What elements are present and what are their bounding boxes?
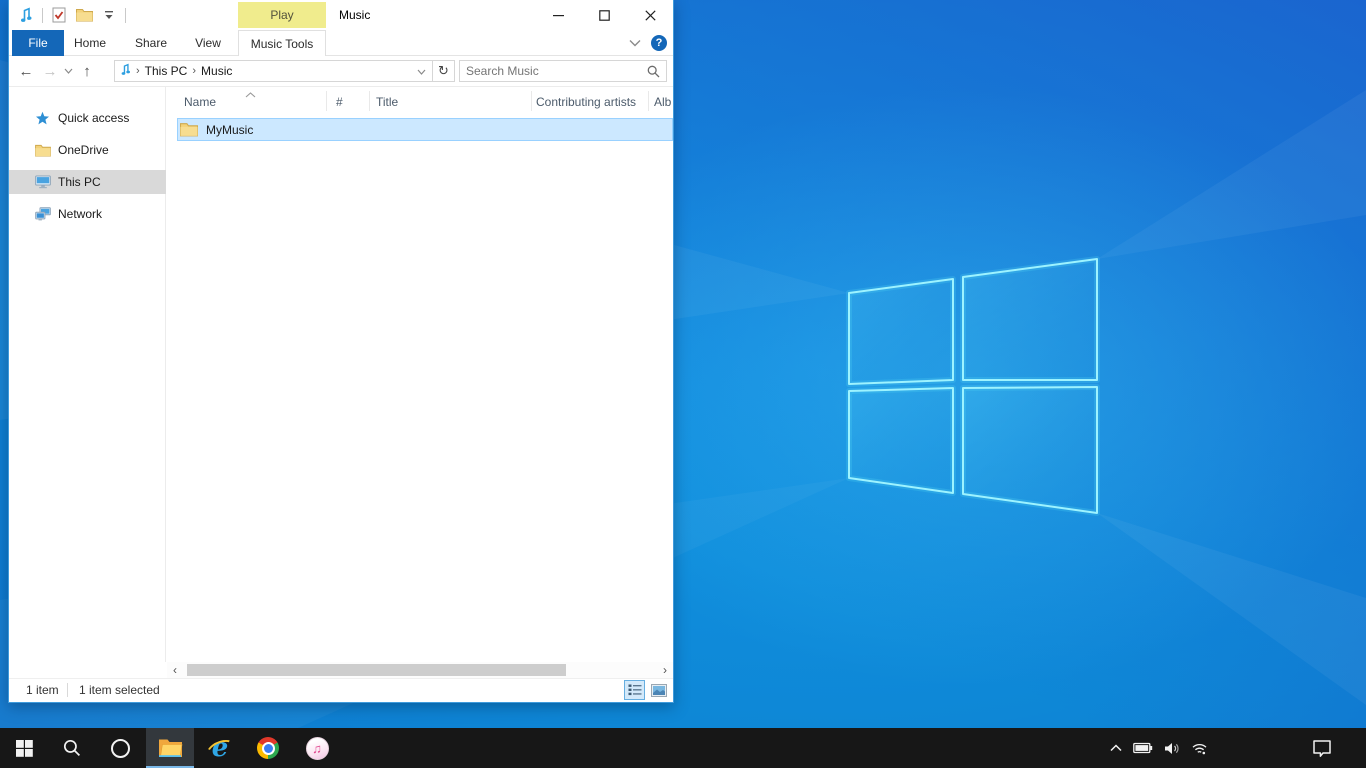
- sort-ascending-icon: [245, 87, 256, 101]
- quick-access-star-icon: [34, 111, 51, 126]
- expand-ribbon-chevron-icon[interactable]: [629, 36, 641, 50]
- network-wifi-icon[interactable]: [1191, 742, 1208, 755]
- itunes-icon[interactable]: ♫: [293, 728, 341, 768]
- customize-qat-chevron-icon[interactable]: [100, 5, 118, 25]
- sidebar-item-quick-access[interactable]: Quick access: [9, 106, 166, 130]
- tab-share[interactable]: Share: [129, 30, 173, 56]
- column-headers: Name # Title Contributing artists Alb: [167, 87, 673, 116]
- column-header-album[interactable]: Alb: [654, 95, 671, 109]
- breadcrumb-music[interactable]: Music: [201, 64, 232, 78]
- system-tray: [1110, 728, 1208, 768]
- tab-view[interactable]: View: [189, 30, 227, 56]
- column-divider[interactable]: [531, 91, 532, 111]
- sidebar-item-label: OneDrive: [58, 143, 109, 157]
- item-count: 1 item: [26, 683, 59, 697]
- scrollbar-thumb[interactable]: [187, 664, 566, 676]
- breadcrumb-this-pc[interactable]: This PC: [145, 64, 188, 78]
- battery-icon[interactable]: [1133, 742, 1153, 754]
- quick-access-toolbar: [17, 0, 126, 30]
- new-folder-icon[interactable]: [75, 5, 93, 25]
- sidebar-item-onedrive[interactable]: OneDrive: [9, 138, 166, 162]
- properties-icon[interactable]: [50, 5, 68, 25]
- address-bar[interactable]: › This PC › Music: [114, 60, 433, 82]
- taskbar: e ♫: [0, 728, 1366, 768]
- file-name: MyMusic: [206, 123, 253, 137]
- contextual-tab-header-play[interactable]: Play: [238, 2, 326, 28]
- column-header-number[interactable]: #: [336, 95, 343, 109]
- onedrive-folder-icon: [34, 144, 51, 157]
- details-view-button[interactable]: [624, 680, 645, 700]
- taskbar-file-explorer-icon[interactable]: [146, 728, 194, 768]
- taskbar-search-icon[interactable]: [48, 728, 96, 768]
- navigation-bar: ← → ↑ › This PC › Music ↻: [9, 56, 673, 87]
- tab-file[interactable]: File: [12, 30, 64, 56]
- action-center: [1312, 728, 1332, 768]
- column-header-title[interactable]: Title: [376, 95, 398, 109]
- scroll-left-arrow-icon[interactable]: ‹: [167, 662, 183, 678]
- this-pc-monitor-icon: [34, 175, 51, 189]
- address-dropdown-chevron-icon[interactable]: [417, 64, 432, 78]
- app-music-note-icon: [17, 5, 35, 25]
- sidebar-item-this-pc[interactable]: This PC: [9, 170, 166, 194]
- help-icon[interactable]: ?: [651, 35, 667, 51]
- tab-music-tools[interactable]: Music Tools: [238, 30, 326, 56]
- explorer-window: Play Music File Home Share View Music To…: [8, 0, 674, 703]
- column-divider[interactable]: [648, 91, 649, 111]
- column-divider[interactable]: [326, 91, 327, 111]
- close-button[interactable]: [627, 0, 673, 30]
- chrome-icon[interactable]: [244, 728, 292, 768]
- location-music-note-icon: [121, 63, 131, 79]
- maximize-button[interactable]: [581, 0, 627, 30]
- horizontal-scrollbar[interactable]: ‹ ›: [167, 662, 673, 678]
- column-header-contributing-artists[interactable]: Contributing artists: [536, 95, 636, 109]
- forward-button[interactable]: →: [39, 56, 61, 86]
- status-divider: [67, 683, 68, 697]
- tab-home[interactable]: Home: [69, 30, 111, 56]
- column-divider[interactable]: [369, 91, 370, 111]
- ribbon-tab-bar: File Home Share View Music Tools ?: [9, 30, 673, 56]
- qat-separator: [125, 8, 126, 23]
- navigation-pane: Quick access OneDrive This PC: [9, 87, 166, 662]
- thumbnail-view-button[interactable]: [648, 680, 669, 700]
- recent-locations-chevron-icon[interactable]: [61, 56, 75, 86]
- desktop: Play Music File Home Share View Music To…: [0, 0, 1366, 768]
- refresh-button[interactable]: ↻: [433, 60, 455, 82]
- volume-icon[interactable]: [1164, 742, 1180, 755]
- folder-icon: [180, 122, 198, 137]
- action-center-icon[interactable]: [1312, 739, 1332, 757]
- file-row-mymusic[interactable]: MyMusic: [177, 118, 673, 141]
- status-bar: 1 item 1 item selected: [9, 678, 673, 702]
- search-input[interactable]: [460, 64, 647, 78]
- caption-buttons: [535, 0, 673, 30]
- scroll-right-arrow-icon[interactable]: ›: [657, 662, 673, 678]
- column-header-name[interactable]: Name: [184, 95, 216, 109]
- titlebar: Play Music: [9, 0, 673, 30]
- sidebar-item-network[interactable]: Network: [9, 202, 166, 226]
- minimize-button[interactable]: [535, 0, 581, 30]
- window-title: Music: [339, 0, 370, 30]
- breadcrumb-chevron-icon: ›: [192, 65, 196, 77]
- cortana-icon[interactable]: [96, 728, 144, 768]
- qat-separator: [42, 8, 43, 23]
- explorer-main: Quick access OneDrive This PC: [9, 87, 673, 662]
- hidden-icons-chevron-icon[interactable]: [1110, 744, 1122, 752]
- internet-explorer-icon[interactable]: e: [196, 728, 244, 768]
- back-button[interactable]: ←: [15, 56, 37, 86]
- breadcrumb-chevron-icon: ›: [136, 65, 140, 77]
- start-button[interactable]: [0, 728, 48, 768]
- up-button[interactable]: ↑: [75, 56, 99, 86]
- file-list-pane: Name # Title Contributing artists Alb My…: [167, 87, 673, 662]
- sidebar-item-label: Network: [58, 207, 102, 221]
- network-computers-icon: [34, 207, 51, 221]
- search-icon[interactable]: [647, 65, 666, 78]
- sidebar-item-label: Quick access: [58, 111, 129, 125]
- search-box[interactable]: [459, 60, 667, 82]
- sidebar-item-label: This PC: [58, 175, 101, 189]
- selection-count: 1 item selected: [79, 683, 160, 697]
